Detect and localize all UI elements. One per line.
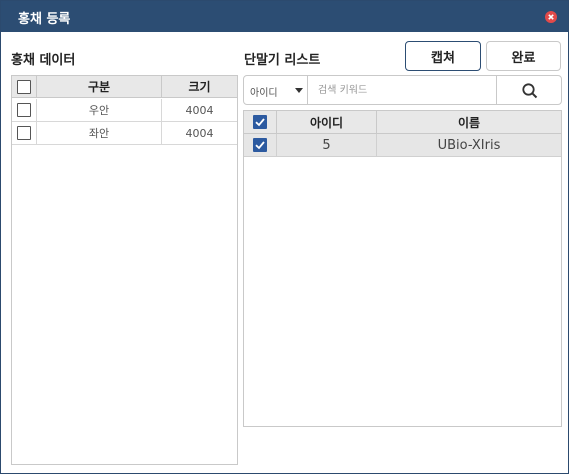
search-input[interactable]: [310, 78, 494, 102]
close-icon: [548, 14, 554, 20]
dialog-title: 홍채 등록: [18, 12, 71, 27]
header-checkbox-cell: [244, 111, 276, 133]
table-row[interactable]: 5 UBio-XIris: [244, 134, 561, 157]
search-bar: 아이디: [243, 75, 562, 105]
capture-button[interactable]: 캡쳐: [405, 41, 481, 71]
iris-registration-dialog: 홍채 등록 홍채 데이터 구분 크기 우안 4004 좌안 4004 단말기 리…: [0, 0, 569, 474]
cell-size: 4004: [185, 103, 214, 117]
table-row[interactable]: 좌안 4004: [12, 122, 237, 145]
cell-type: 좌안: [88, 127, 110, 140]
iris-data-table: 구분 크기 우안 4004 좌안 4004: [11, 75, 238, 465]
header-select-all-checkbox[interactable]: [253, 115, 267, 129]
search-field-select[interactable]: 아이디: [244, 76, 308, 104]
table-row[interactable]: 우안 4004: [12, 99, 237, 122]
close-button[interactable]: [545, 11, 557, 23]
check-icon: [255, 118, 265, 127]
row-checkbox[interactable]: [17, 126, 31, 140]
column-header-name[interactable]: 이름: [377, 111, 561, 133]
title-bar: 홍채 등록: [1, 1, 568, 32]
cell-name: UBio-XIris: [437, 137, 501, 153]
search-button[interactable]: [496, 76, 561, 104]
header-checkbox-cell: [12, 76, 36, 97]
row-checkbox[interactable]: [17, 103, 31, 117]
column-header-size[interactable]: 크기: [162, 76, 237, 97]
dropdown-caret-icon: [295, 88, 303, 93]
device-list-title: 단말기 리스트: [244, 53, 321, 68]
row-checkbox[interactable]: [253, 138, 267, 152]
header-select-all-checkbox[interactable]: [17, 79, 31, 94]
cell-type: 우안: [88, 104, 110, 117]
cell-size: 4004: [185, 126, 214, 140]
search-field-value: 아이디: [250, 88, 278, 99]
search-icon: [522, 83, 538, 99]
cell-id: 5: [322, 137, 331, 153]
done-button[interactable]: 완료: [486, 41, 561, 71]
check-icon: [255, 141, 265, 150]
iris-data-title: 홍채 데이터: [11, 53, 76, 68]
iris-table-header: 구분 크기: [12, 76, 237, 98]
device-table-header: 아이디 이름: [244, 111, 561, 134]
column-header-type[interactable]: 구분: [37, 76, 161, 97]
column-header-id[interactable]: 아이디: [277, 111, 376, 133]
device-list-table: 아이디 이름 5 UBio-XIris: [243, 110, 562, 427]
